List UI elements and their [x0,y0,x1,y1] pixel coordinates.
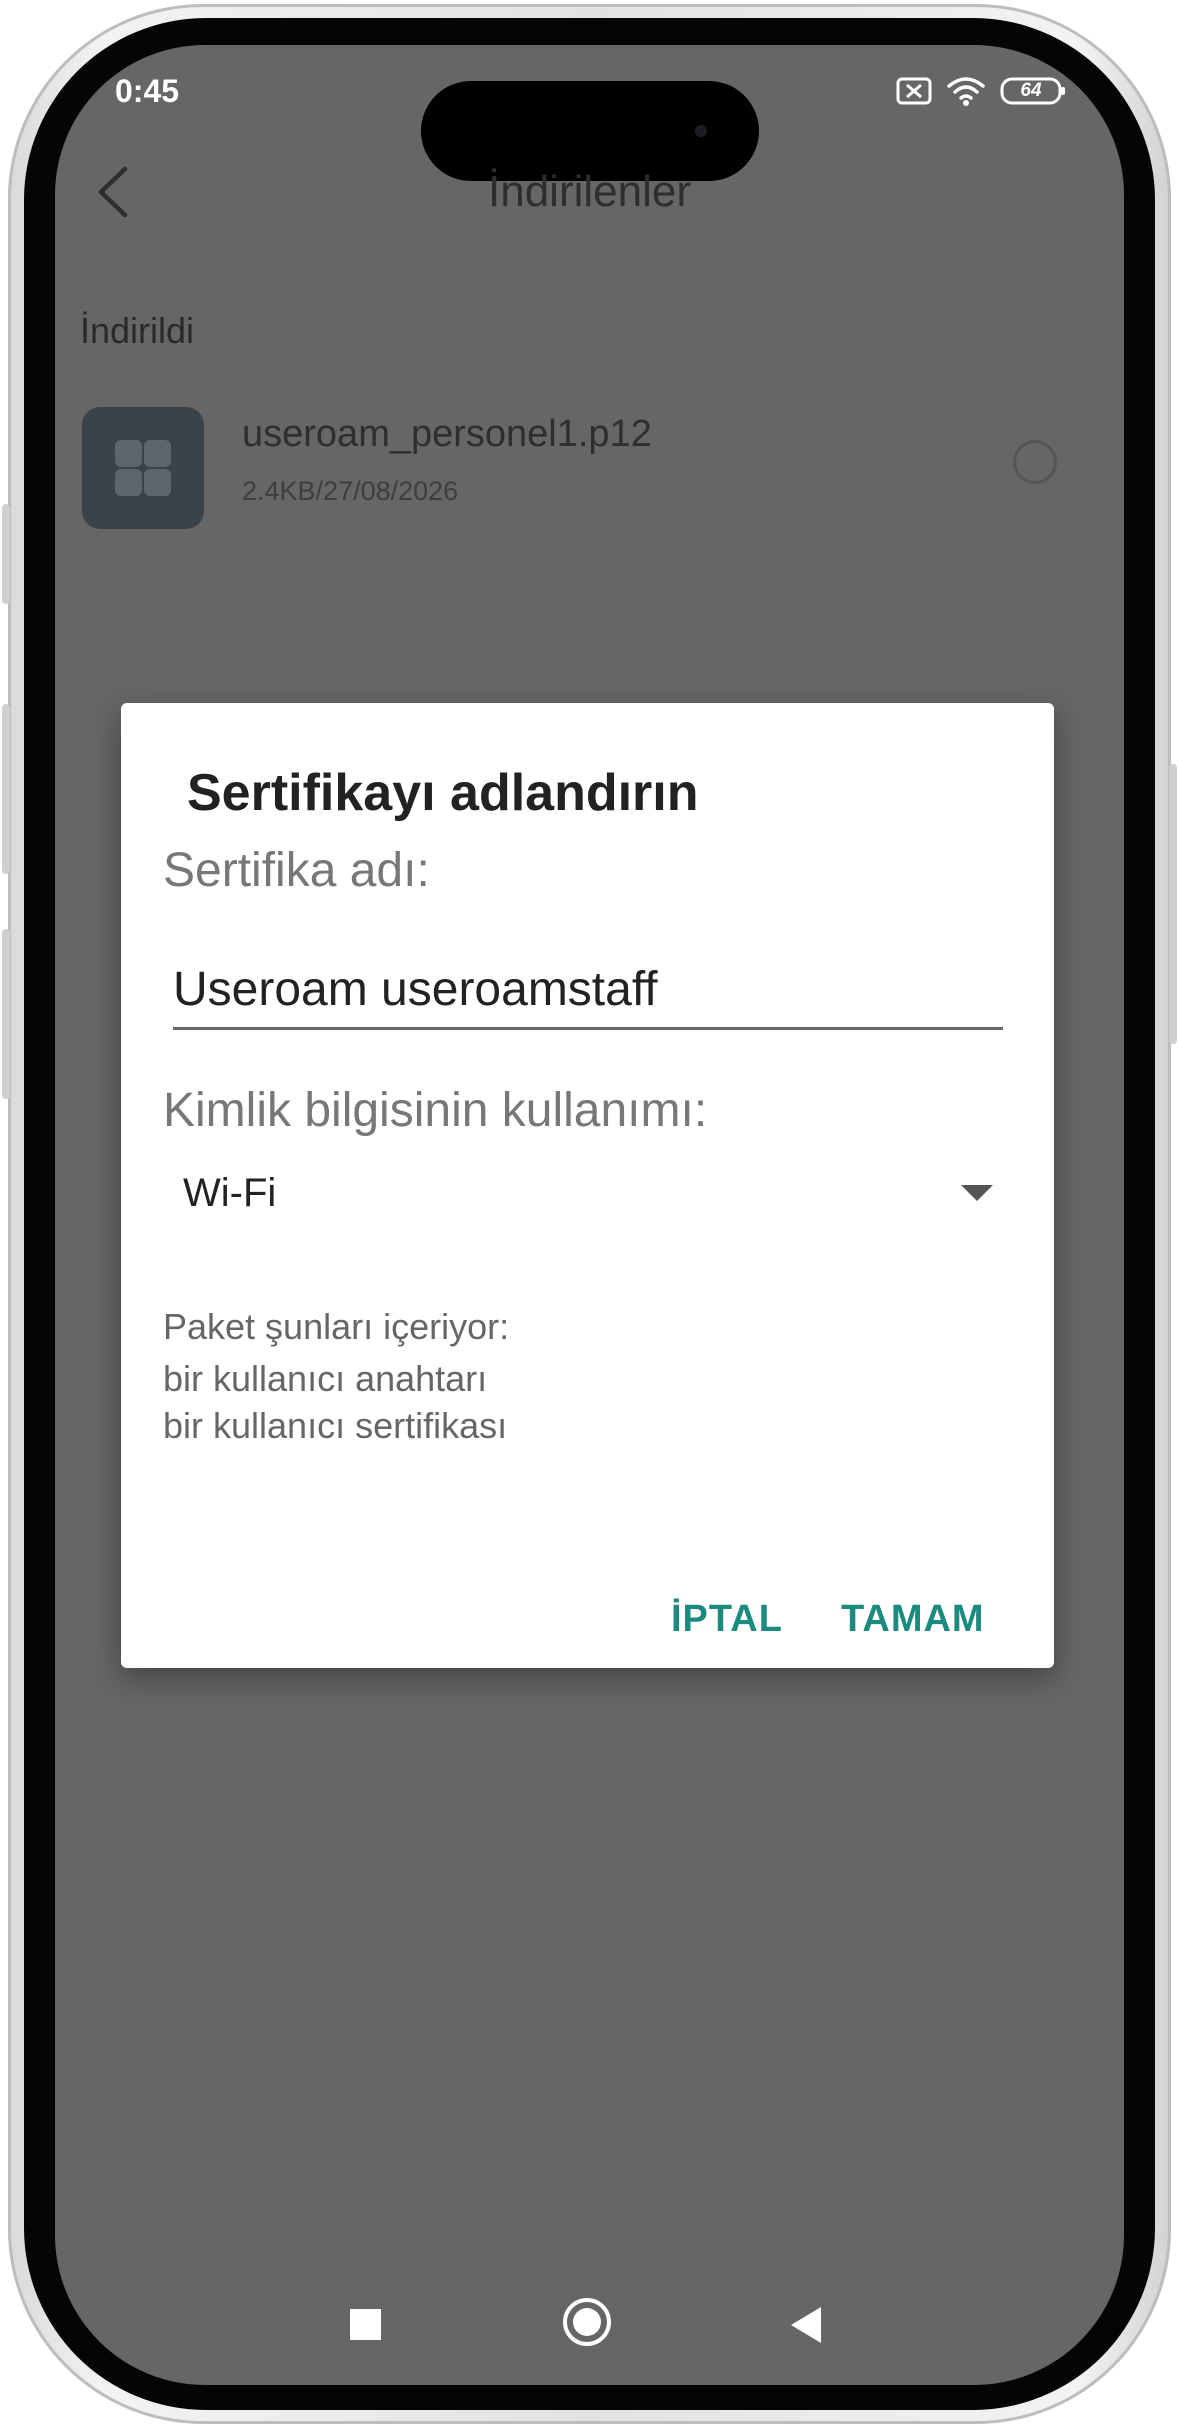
page-title: İndirilenler [488,167,691,216]
status-icons: 64 [896,75,1066,107]
power-button [1169,764,1177,1044]
screen: 0:45 64 İndirilenler İndirildi useroam_p… [55,45,1124,2385]
app-grid-icon [82,407,204,529]
cancel-button[interactable]: İPTAL [671,1598,783,1641]
back-triangle-icon[interactable] [791,2307,821,2343]
action-button [2,504,10,604]
home-circle-icon[interactable] [563,2298,611,2346]
certificate-name-input[interactable] [173,958,1003,1030]
credential-usage-value: Wi-Fi [183,1170,277,1215]
dialog-title: Sertifikayı adlandırın [187,764,699,822]
recents-square-icon[interactable] [350,2309,381,2340]
credential-usage-label: Kimlik bilgisinin kullanımı: [163,1084,708,1137]
status-time: 0:45 [115,73,180,109]
package-contents-item: bir kullanıcı sertifikası [163,1405,508,1446]
battery-icon: 64 [1000,76,1066,106]
ok-button[interactable]: TAMAM [841,1598,985,1641]
package-contents-item: bir kullanıcı anahtarı [163,1358,488,1399]
certificate-name-label: Sertifika adı: [163,844,430,897]
battery-level: 64 [1020,80,1042,101]
section-label: İndirildi [80,310,195,351]
select-radio[interactable] [1013,440,1057,484]
file-name: useroam_personel1.p12 [242,413,652,455]
name-certificate-dialog: Sertifikayı adlandırın Sertifika adı: Ki… [121,703,1054,1668]
package-contents-heading: Paket şunları içeriyor: [163,1306,510,1347]
wifi-icon [946,75,986,107]
front-camera [695,125,707,137]
dropdown-arrow-icon [961,1185,993,1201]
credential-usage-select[interactable]: Wi-Fi [163,1158,993,1228]
volume-down-button [2,929,10,1099]
dynamic-island [421,81,759,181]
navigation-bar [55,2290,1124,2360]
sim-off-icon [896,76,932,106]
file-meta: 2.4KB/27/08/2026 [242,476,459,506]
volume-up-button [2,704,10,874]
